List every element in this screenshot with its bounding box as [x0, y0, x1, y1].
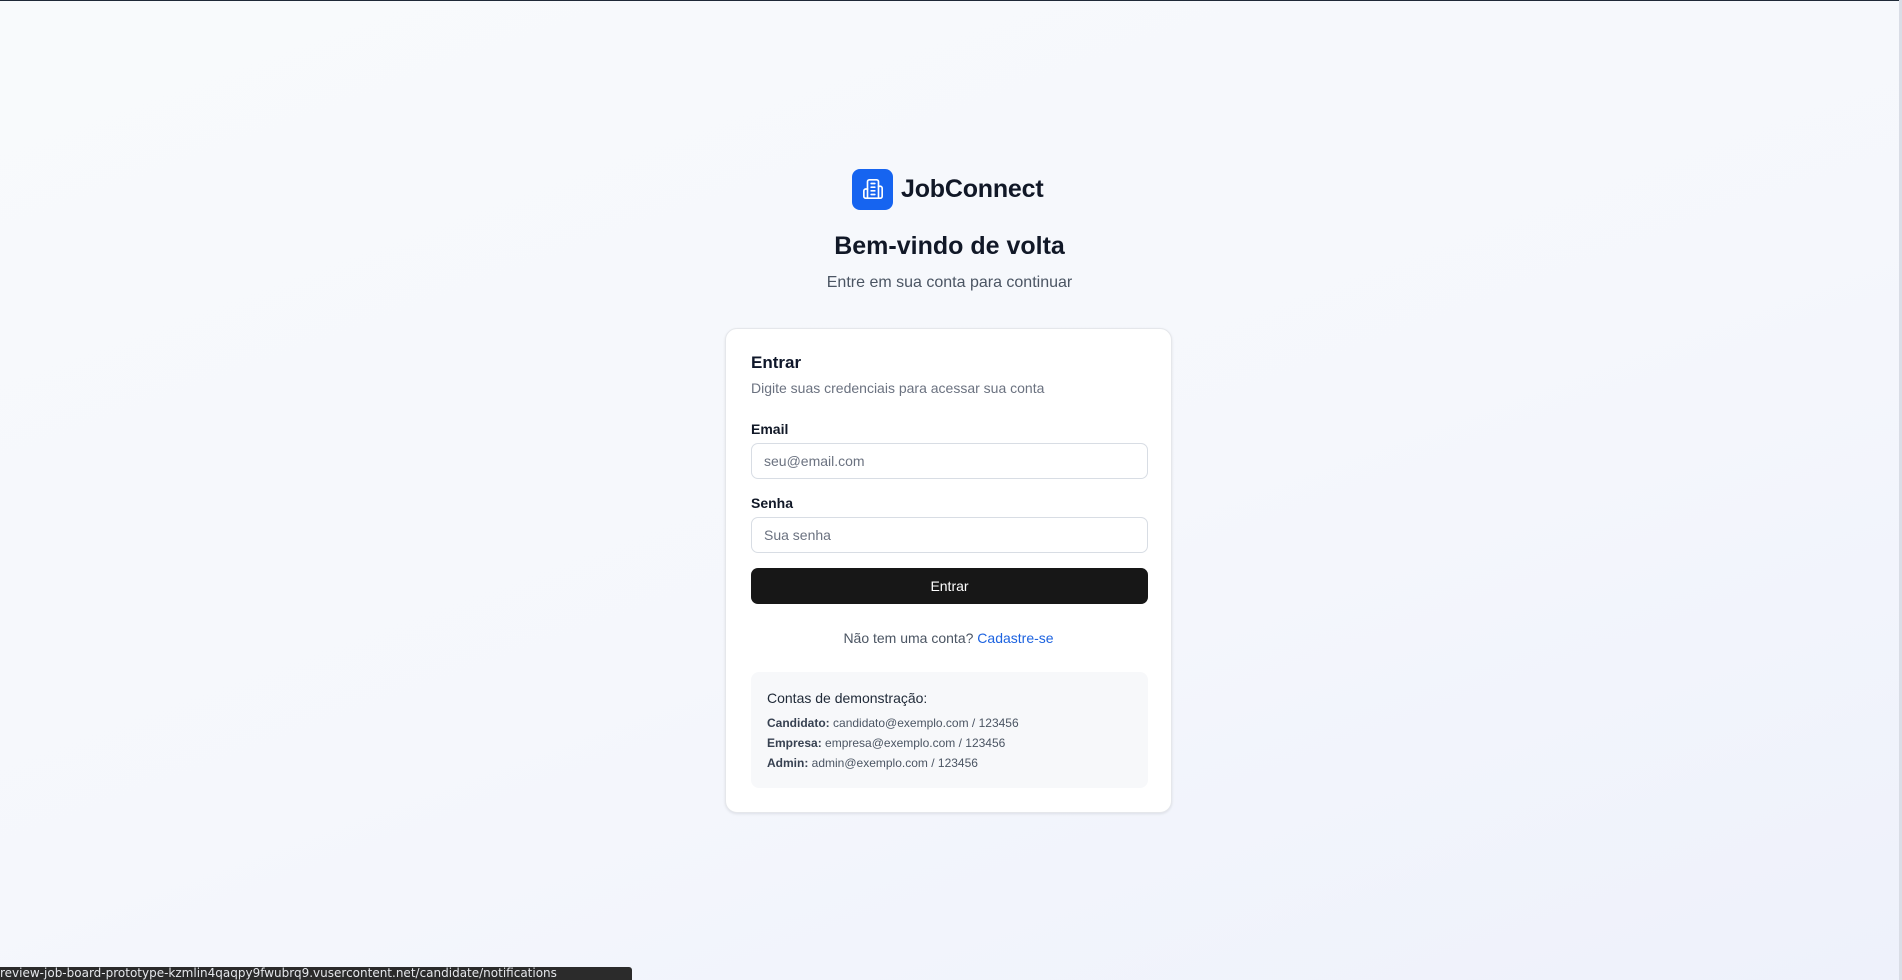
brand-name: JobConnect — [901, 174, 1044, 203]
page-subtitle: Entre em sua conta para continuar — [826, 274, 1073, 291]
building-icon — [852, 168, 893, 210]
password-field[interactable] — [751, 517, 1148, 553]
login-page: JobConnect Bem-vindo de volta Entre em s… — [0, 0, 1899, 980]
card-title: Entrar — [751, 353, 802, 372]
demo-account-company: Empresa: empresa@exemplo.com / 123456 — [767, 736, 1005, 750]
demo-account-role: Candidato: — [767, 716, 830, 730]
login-card: Entrar Digite suas credenciais para aces… — [725, 328, 1172, 813]
page-viewport: JobConnect Bem-vindo de volta Entre em s… — [0, 0, 1902, 980]
password-label: Senha — [751, 495, 794, 511]
demo-account-credentials: admin@exemplo.com / 123456 — [811, 756, 978, 770]
signup-link[interactable]: Cadastre-se — [977, 630, 1053, 646]
demo-account-candidate: Candidato: candidato@exemplo.com / 12345… — [767, 716, 1019, 730]
email-label: Email — [751, 421, 789, 437]
signup-prompt: Não tem uma conta? — [843, 630, 974, 646]
brand: JobConnect — [852, 168, 1044, 210]
card-description: Digite suas credenciais para acessar sua… — [751, 380, 1045, 396]
demo-account-role: Admin: — [767, 756, 809, 770]
email-field[interactable] — [751, 443, 1148, 479]
signup-prompt-row: Não tem uma conta? Cadastre-se — [726, 630, 1171, 646]
demo-account-credentials: empresa@exemplo.com / 123456 — [825, 736, 1006, 750]
demo-accounts-title: Contas de demonstração: — [767, 690, 928, 706]
demo-accounts-box: Contas de demonstração: Candidato: candi… — [751, 672, 1148, 788]
page-title: Bem-vindo de volta — [834, 232, 1065, 260]
demo-account-role: Empresa: — [767, 736, 822, 750]
link-status-bar: review-job-board-prototype-kzmlin4qaqpy9… — [0, 967, 632, 980]
demo-account-admin: Admin: admin@exemplo.com / 123456 — [767, 756, 978, 770]
login-button[interactable]: Entrar — [751, 568, 1148, 604]
demo-account-credentials: candidato@exemplo.com / 123456 — [833, 716, 1019, 730]
